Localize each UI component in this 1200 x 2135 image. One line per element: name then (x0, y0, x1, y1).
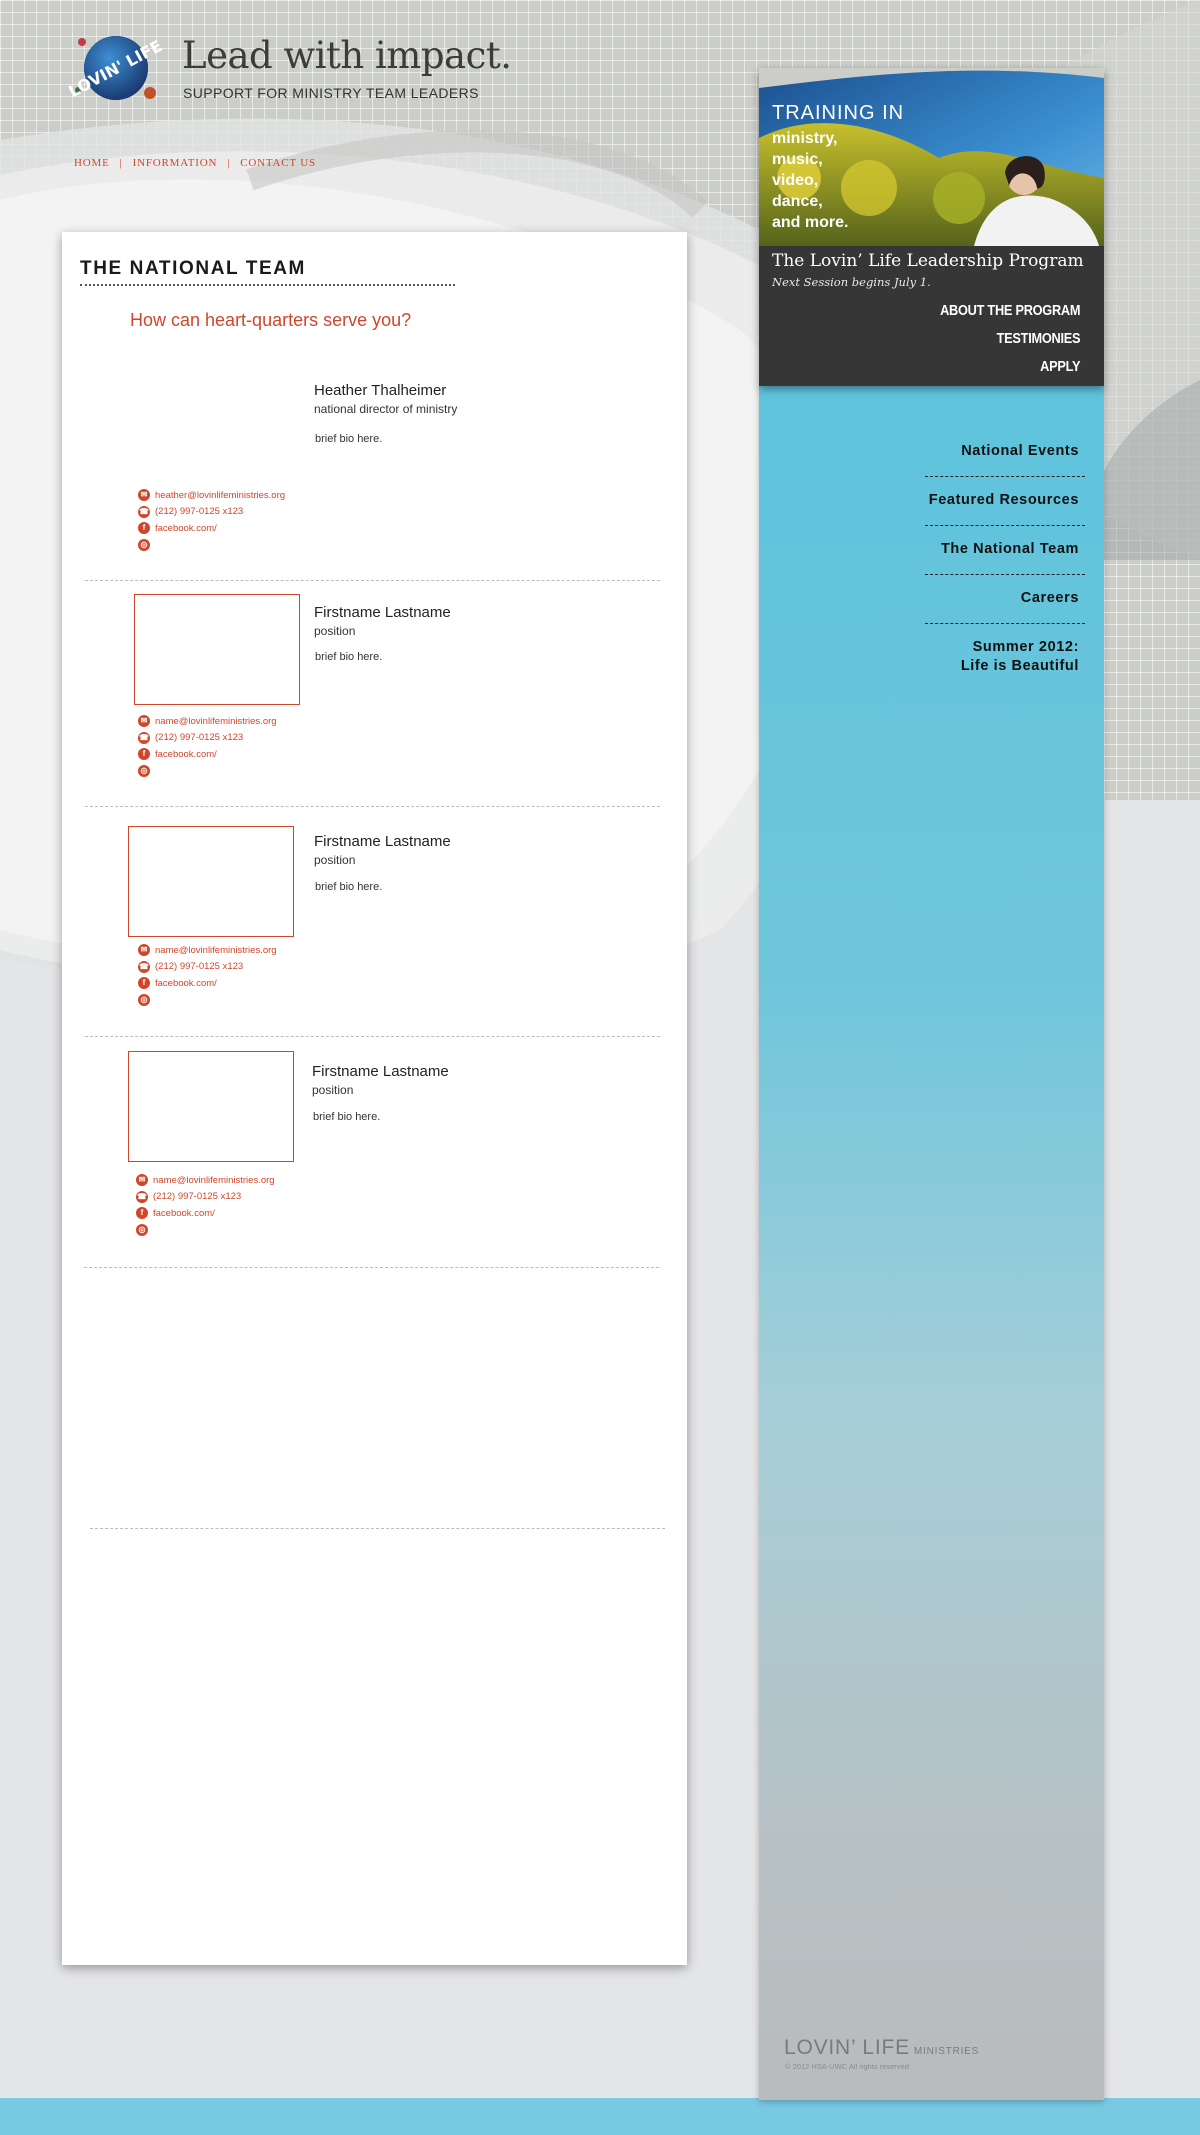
web-icon[interactable]: ◎ (136, 1223, 148, 1236)
phone-icon: ☎ (138, 731, 150, 744)
footer-brand-sub: MINISTRIES (913, 2046, 980, 2057)
sidebar-item-summer-2012[interactable]: Summer 2012: Life is Beautiful (925, 624, 1085, 691)
promo-item: dance, (772, 193, 823, 210)
member-role: position (312, 1083, 354, 1097)
facebook-icon: f (138, 522, 150, 535)
title-divider (80, 284, 455, 286)
member-photo (128, 1051, 294, 1162)
email-icon: ✉ (136, 1174, 148, 1187)
about-program-link[interactable]: ABOUT THE PROGRAM (940, 297, 1080, 325)
promo-list: ministry, music, video, dance, and more. (772, 128, 848, 233)
nav-home-link[interactable]: HOME (74, 157, 110, 169)
subtagline: SUPPORT FOR MINISTRY TEAM LEADERS (183, 85, 479, 101)
member-email-link[interactable]: name@lovinlifeministries.org (153, 1175, 275, 1186)
intro-text: How can heart-quarters serve you? (130, 310, 412, 330)
testimonies-link[interactable]: TESTIMONIES (940, 325, 1080, 353)
promo-item: and more. (772, 214, 849, 231)
sidebar-navigation: National Events Featured Resources The N… (925, 429, 1085, 691)
email-icon: ✉ (138, 489, 150, 502)
footer-brand: LOVIN’ LIFE MINISTRIES (784, 2036, 979, 2060)
member-name: Firstname Lastname (314, 604, 451, 621)
web-icon[interactable]: ◎ (138, 993, 150, 1006)
member-role: position (314, 624, 356, 638)
member-facebook-link[interactable]: facebook.com/ (155, 978, 217, 989)
page-title: THE NATIONAL TEAM (80, 258, 306, 279)
section-divider (84, 1267, 659, 1268)
top-navigation: HOME | INFORMATION | CONTACT US (74, 157, 316, 169)
email-icon: ✉ (138, 715, 150, 728)
program-title: The Lovin’ Life Leadership Program (772, 251, 1084, 271)
bottom-band (0, 2098, 1200, 2135)
lovin-life-logo[interactable]: LOVIN' LIFE (66, 30, 166, 105)
program-subtitle: Next Session begins July 1. (772, 275, 931, 289)
member-phone: (212) 997-0125 x123 (153, 1191, 242, 1203)
promo-item: video, (772, 172, 819, 189)
nav-separator: | (119, 157, 123, 169)
footer-brand-name: LOVIN’ LIFE (784, 2036, 910, 2059)
member-bio: brief bio here. (315, 881, 383, 893)
member-photo (134, 594, 300, 705)
member-contact: ✉ heather@lovinlifeministries.org ☎ (212) … (138, 487, 285, 553)
section-divider (85, 580, 660, 581)
member-contact: ✉ name@lovinlifeministries.org ☎ (212) 997… (138, 713, 277, 779)
member-contact: ✉ name@lovinlifeministries.org ☎ (212) 997… (138, 942, 277, 1008)
member-phone: (212) 997-0125 x123 (155, 732, 244, 744)
web-icon[interactable]: ◎ (138, 764, 150, 777)
member-role: position (314, 853, 356, 867)
member-bio: brief bio here. (313, 1111, 381, 1123)
member-bio: brief bio here. (315, 651, 383, 663)
nav-separator: | (227, 157, 231, 169)
apply-link[interactable]: APPLY (940, 353, 1080, 381)
phone-icon: ☎ (138, 960, 150, 973)
program-links: ABOUT THE PROGRAM TESTIMONIES APPLY (921, 297, 1080, 381)
sidebar-item-national-team[interactable]: The National Team (925, 526, 1085, 575)
member-facebook-link[interactable]: facebook.com/ (153, 1208, 215, 1219)
tagline: Lead with impact. (182, 34, 512, 77)
main-content-panel: THE NATIONAL TEAM How can heart-quarters… (62, 232, 687, 1965)
member-photo (134, 384, 300, 495)
phone-icon: ☎ (138, 505, 150, 518)
promo-heading: TRAINING IN (772, 102, 905, 124)
facebook-icon: f (138, 748, 150, 761)
member-facebook-link[interactable]: facebook.com/ (155, 523, 217, 534)
nav-information-link[interactable]: INFORMATION (133, 157, 218, 169)
sidebar-item-national-events[interactable]: National Events (925, 429, 1085, 477)
member-role: national director of ministry (314, 402, 458, 416)
leadership-program-promo: TRAINING IN ministry, music, video, danc… (759, 68, 1104, 386)
web-icon[interactable]: ◎ (138, 538, 150, 551)
member-bio: brief bio here. (315, 433, 383, 445)
facebook-icon: f (136, 1207, 148, 1220)
promo-item: ministry, (772, 130, 838, 147)
facebook-icon: f (138, 977, 150, 990)
nav-contact-link[interactable]: CONTACT US (240, 157, 316, 169)
section-divider (85, 806, 660, 807)
summer-highlight-line2: Life is Beautiful (960, 658, 1079, 674)
member-phone: (212) 997-0125 x123 (155, 506, 244, 518)
member-name: Firstname Lastname (314, 833, 451, 850)
sidebar-item-careers[interactable]: Careers (925, 575, 1085, 624)
member-email-link[interactable]: name@lovinlifeministries.org (155, 945, 277, 956)
phone-icon: ☎ (136, 1190, 148, 1203)
summer-highlight-line1: Summer 2012: (972, 639, 1079, 655)
section-divider (90, 1528, 665, 1529)
section-divider (85, 1036, 660, 1037)
member-name: Firstname Lastname (312, 1063, 449, 1080)
member-phone: (212) 997-0125 x123 (155, 961, 244, 973)
member-photo (128, 826, 294, 937)
member-facebook-link[interactable]: facebook.com/ (155, 749, 217, 760)
footer-copyright: © 2012 HSA-UWC All rights reserved (785, 2062, 909, 2071)
member-name: Heather Thalheimer (314, 382, 447, 399)
member-email-link[interactable]: heather@lovinlifeministries.org (155, 490, 285, 501)
sidebar-item-featured-resources[interactable]: Featured Resources (925, 477, 1085, 526)
promo-item: music, (772, 151, 823, 168)
member-email-link[interactable]: name@lovinlifeministries.org (155, 716, 277, 727)
member-contact: ✉ name@lovinlifeministries.org ☎ (212) 997… (136, 1172, 275, 1238)
email-icon: ✉ (138, 944, 150, 957)
